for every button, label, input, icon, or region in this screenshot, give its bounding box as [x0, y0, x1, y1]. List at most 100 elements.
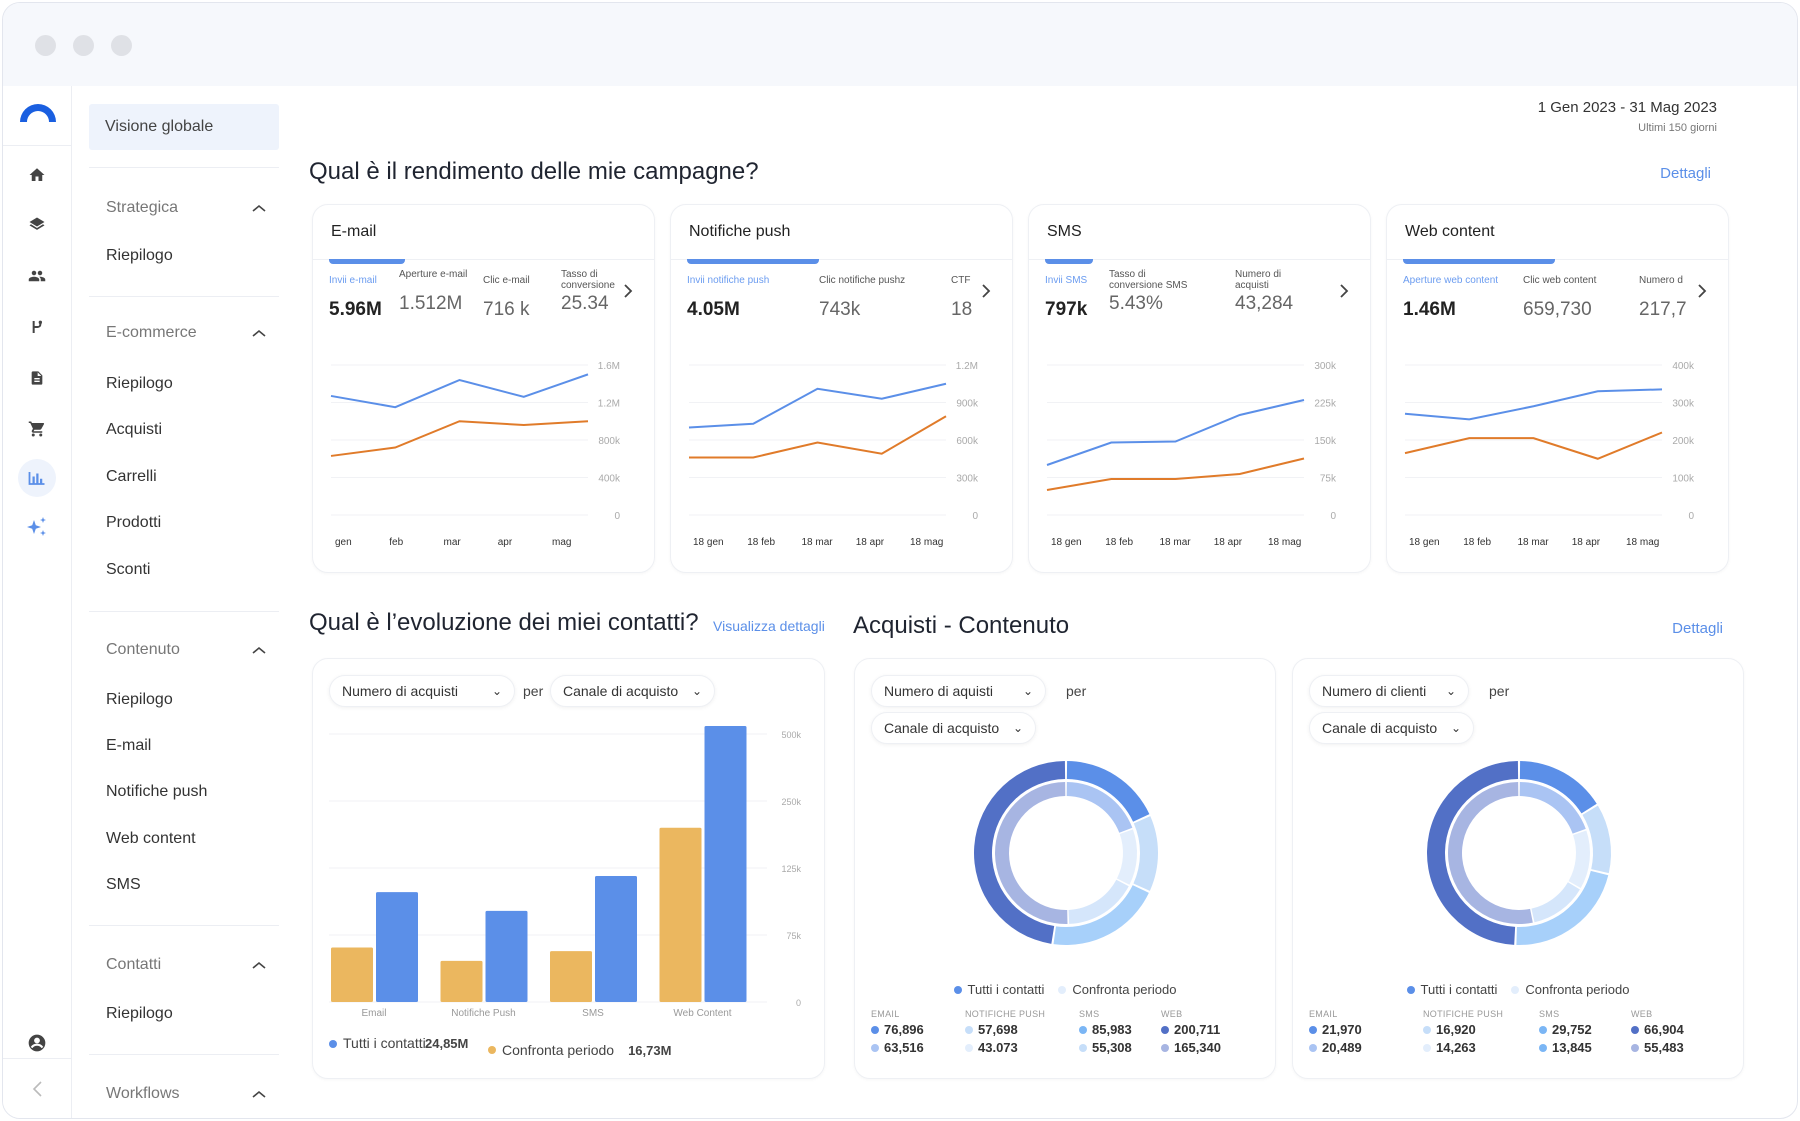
sidebar-item-contatti-riepilogo[interactable]: Riepilogo [106, 1005, 173, 1023]
next-metrics-button[interactable] [981, 283, 991, 304]
automation-icon[interactable] [18, 308, 56, 346]
bar-tutti-i-contatti[interactable] [485, 910, 528, 1002]
sidebar-item-prodotti[interactable]: Prodotti [106, 514, 161, 532]
donut-slice-notifiche-push[interactable] [1133, 816, 1158, 891]
stat-dot [965, 1043, 973, 1052]
window-minimize-button[interactable] [73, 35, 94, 56]
sidebar-item-sconti[interactable]: Sconti [106, 561, 150, 579]
bar-tutti-i-contatti[interactable] [595, 876, 637, 1002]
document-icon[interactable] [18, 359, 56, 397]
purchases-donut-card: Numero di clienti ⌄ per Canale di acquisto ⌄… [1292, 658, 1744, 1079]
collapse-sidebar-button[interactable] [3, 1058, 72, 1118]
x-tick-label: Email [361, 1008, 386, 1019]
metric-select[interactable]: Numero di acquisti ⌄ [329, 675, 515, 707]
sidebar-item-email[interactable]: E-mail [106, 737, 151, 755]
stat-header: NOTIFICHE PUSH [1423, 1009, 1504, 1019]
campaigns-details-link[interactable]: Dettagli [1660, 165, 1711, 182]
metric-value: 43,284 [1235, 293, 1294, 314]
stat-dot [1631, 1025, 1639, 1034]
x-tick-label: 18 mag [910, 537, 943, 548]
chevron-up-icon [252, 646, 266, 654]
campaign-card-notifiche-push[interactable]: Notifiche push Invii notifiche push 4.05M C… [670, 204, 1013, 573]
legend-label: Confronta periodo [1072, 982, 1177, 997]
donut-slice-notifiche-push[interactable] [1568, 830, 1590, 888]
sidebar-group-label: Contatti [106, 956, 162, 973]
bar-confronta-periodo[interactable] [440, 960, 483, 1002]
metric-tab[interactable]: Numero di acquisti 43,284 [1235, 269, 1297, 329]
analytics-icon[interactable] [18, 459, 56, 497]
legend-total: 16,73M [628, 1042, 672, 1058]
x-tick-label: gen [335, 537, 352, 548]
window-maximize-button[interactable] [111, 35, 132, 56]
dimension-select[interactable]: Canale di acquisto ⌄ [550, 675, 715, 707]
y-tick-label: 300k [1672, 399, 1695, 410]
bar-chart: 0 75k 125k 250k 500k Email Notifiche Push SMS We… [329, 726, 801, 1019]
bar-confronta-periodo[interactable] [331, 947, 373, 1002]
bar-confronta-periodo[interactable] [550, 951, 592, 1002]
bar-tutti-i-contatti[interactable] [376, 892, 418, 1002]
donut-chart [1426, 761, 1611, 945]
x-tick-label: Web Content [673, 1008, 731, 1019]
campaign-card-web-content[interactable]: Web content Aperture web content 1.46M Clic… [1386, 204, 1729, 573]
donut-slice-notifiche-push[interactable] [1116, 829, 1137, 885]
sidebar-item-notifiche-push[interactable]: Notifiche push [106, 783, 207, 801]
metric-tab[interactable]: Tasso di conversione SMS 5.43% [1109, 269, 1219, 329]
metric-label: Clic web content [1523, 275, 1597, 286]
stat-compare: 165,340 [1174, 1040, 1221, 1055]
cart-icon[interactable] [18, 410, 56, 448]
icon-rail [3, 86, 72, 1118]
x-tick-label: feb [389, 537, 403, 548]
y-tick-label: 0 [796, 998, 801, 1008]
sidebar-item-carrelli[interactable]: Carrelli [106, 468, 157, 486]
window-close-button[interactable] [35, 35, 56, 56]
chevron-up-icon [252, 204, 266, 212]
legend-label: Confronta periodo [1525, 982, 1630, 997]
y-tick-label: 100k [1672, 474, 1695, 485]
campaign-card-e-mail[interactable]: E-mail Invii e-mail 5.96M Aperture e-mail 1.… [312, 204, 655, 573]
sidebar-group-contenuto[interactable]: Contenuto [106, 641, 266, 659]
next-metrics-button[interactable] [623, 283, 633, 304]
home-icon[interactable] [18, 156, 56, 194]
sidebar-item-ecommerce-riepilogo[interactable]: Riepilogo [106, 375, 173, 393]
sidebar-item-visione-globale[interactable]: Visione globale [89, 104, 279, 150]
contacts-icon[interactable] [18, 257, 56, 295]
stat-header: EMAIL [871, 1009, 900, 1019]
chevron-down-icon: ⌄ [691, 684, 702, 698]
metric-tab[interactable]: Tasso di conversione 25.34 [561, 269, 623, 329]
sidebar-group-ecommerce[interactable]: E-commerce [106, 324, 266, 342]
date-range-picker[interactable]: 1 Gen 2023 - 31 Mag 2023 Ultimi 150 gior… [1538, 99, 1717, 134]
sparkles-icon[interactable] [18, 508, 56, 546]
legend-all-contacts: Tutti i contatti 24,85M [329, 1036, 468, 1051]
donut-slice-sms[interactable] [1053, 885, 1149, 945]
layers-icon[interactable] [18, 206, 56, 244]
contacts-details-link[interactable]: Visualizza dettagli [713, 618, 825, 634]
metric-tab[interactable]: Aperture web content 1.46M [1403, 275, 1513, 335]
sidebar-item-web-content[interactable]: Web content [106, 830, 196, 848]
sidebar-item-sms[interactable]: SMS [106, 876, 141, 894]
bar-confronta-periodo[interactable] [659, 827, 702, 1002]
sidebar-item-contenuto-riepilogo[interactable]: Riepilogo [106, 691, 173, 709]
bar-tutti-i-contatti[interactable] [704, 726, 747, 1002]
metric-tab[interactable]: Clic notifiche pushz 743k [819, 275, 929, 335]
sidebar-group-contatti[interactable]: Contatti [106, 956, 266, 974]
contacts-bar-card: Numero di acquisti ⌄ per Canale di acquis… [312, 658, 825, 1079]
campaign-card-sms[interactable]: SMS Invii SMS 797k Tasso di conversione SMS… [1028, 204, 1371, 573]
metric-tab[interactable]: Numero d 217,7 [1639, 275, 1701, 335]
purchases-details-link[interactable]: Dettagli [1672, 620, 1723, 637]
donut-legend: Tutti i contatti Confronta periodo [855, 982, 1275, 997]
stat-dot [1423, 1043, 1431, 1052]
sidebar-group-workflows[interactable]: Workflows [106, 1085, 266, 1103]
next-metrics-button[interactable] [1697, 283, 1707, 304]
next-metrics-button[interactable] [1339, 283, 1349, 304]
stat-dot [1309, 1043, 1317, 1052]
sidebar-item-acquisti[interactable]: Acquisti [106, 421, 162, 439]
logo[interactable] [3, 86, 72, 146]
metric-select-value: Numero di acquisti [342, 683, 458, 699]
metric-tab[interactable]: Invii notifiche push 4.05M [687, 275, 797, 335]
metric-value: 659,730 [1523, 299, 1592, 320]
sidebar-group-strategica[interactable]: Strategica [106, 199, 266, 217]
sidebar-item-strategica-riepilogo[interactable]: Riepilogo [106, 247, 173, 265]
metric-tab[interactable]: Clic web content 659,730 [1523, 275, 1633, 335]
account-icon[interactable] [18, 1024, 56, 1062]
y-tick-label: 75k [1320, 474, 1337, 485]
